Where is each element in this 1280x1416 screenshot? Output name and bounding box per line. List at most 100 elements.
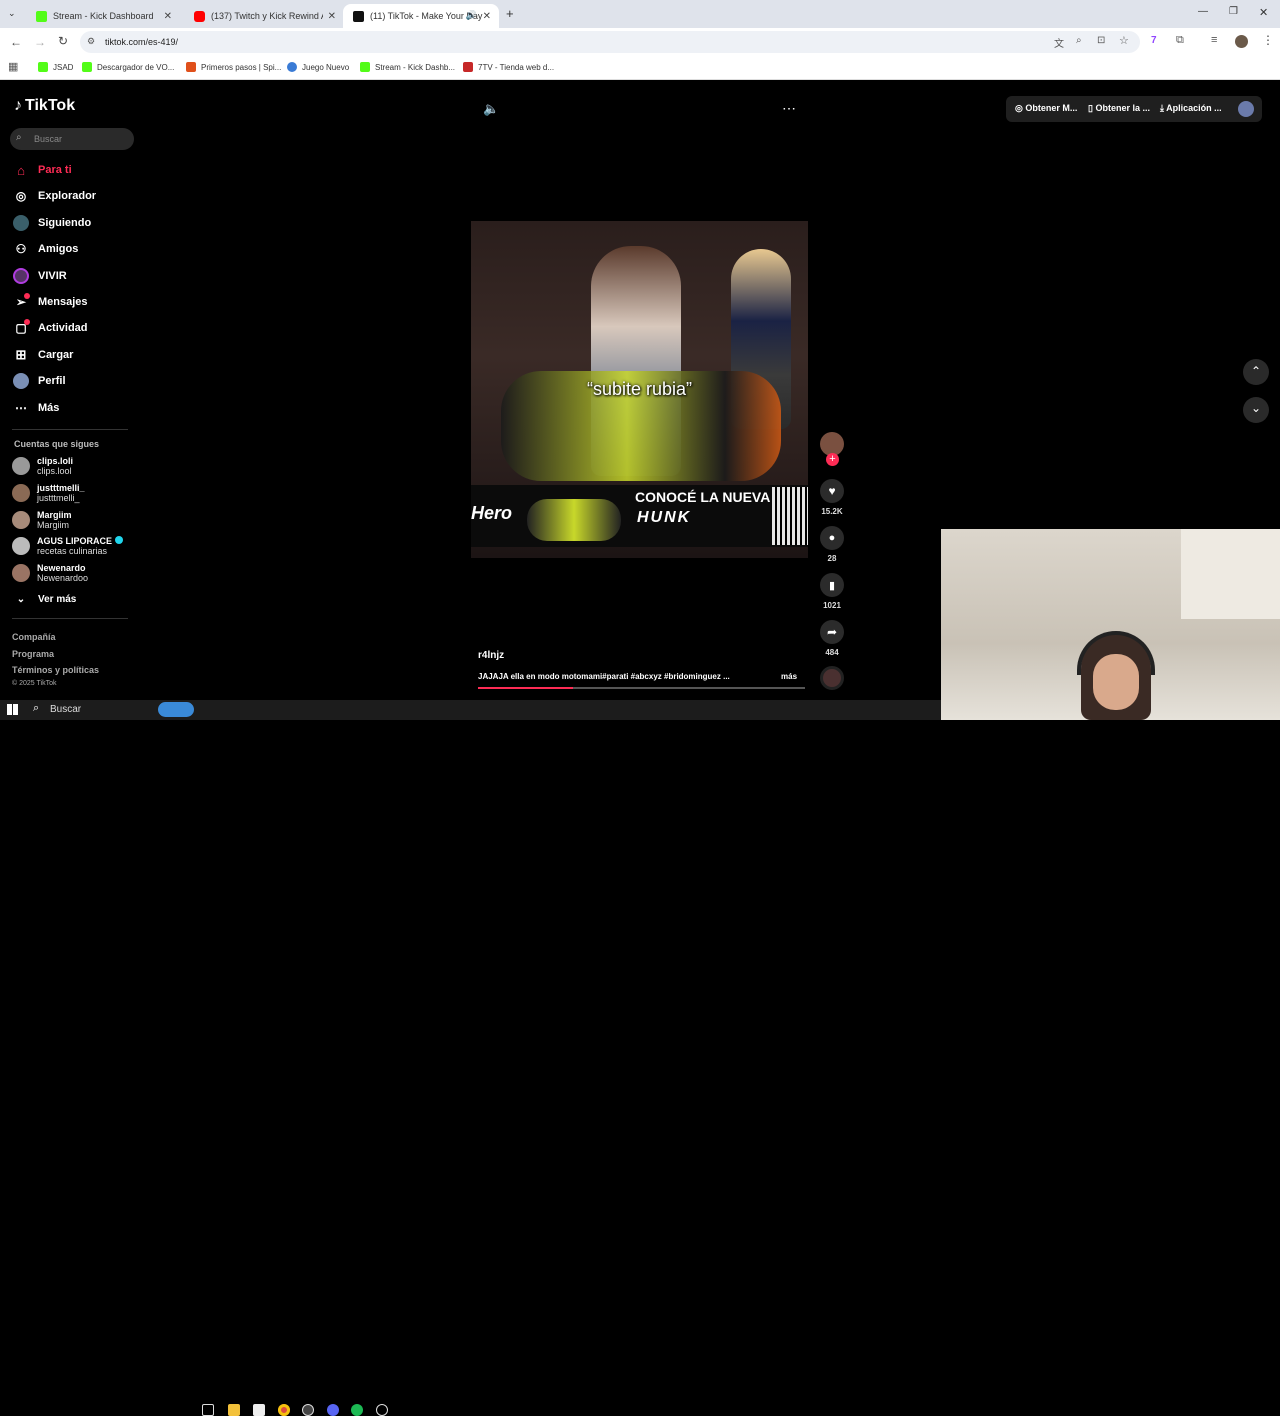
following-account[interactable]: AGUS LIPORACE recetas culinarias [12,533,123,559]
save-button[interactable]: ▮ 1021 [820,573,844,610]
spotify-icon[interactable] [351,1404,363,1416]
url-text[interactable]: tiktok.com/es-419/ [105,37,178,47]
browser-tab-kick[interactable]: Stream - Kick Dashboard ✕ [26,4,180,28]
browser-tab-bar: ⌄ Stream - Kick Dashboard ✕ (137) Twitch… [0,0,1280,28]
progress-track[interactable] [478,687,805,689]
profile-avatar-icon[interactable] [1235,35,1248,48]
nav-label: Cargar [38,349,74,361]
video-options-icon[interactable]: ⋯ [782,100,796,117]
bookmark-item[interactable]: Juego Nuevo [287,62,349,72]
close-window-icon[interactable]: ✕ [1259,6,1268,19]
back-icon[interactable]: ← [10,35,22,49]
webcam-overlay [941,529,1280,720]
nav-label: Más [38,402,60,414]
music-disc-icon[interactable] [820,666,844,690]
follow-plus-icon[interactable]: + [826,453,839,466]
restore-icon[interactable]: ❐ [1229,6,1238,17]
nav-para-ti[interactable]: ⌂ Para ti [12,159,72,181]
user-avatar-icon[interactable] [1238,101,1254,117]
nav-vivir[interactable]: VIVIR [12,265,67,287]
taskbar-search[interactable]: Buscar [50,704,81,715]
bookmark-item[interactable]: Primeros pasos | Spi... [186,62,281,72]
footer-link-program[interactable]: Programa [12,649,54,659]
get-coins-button[interactable]: ◎ Obtener M... [1015,103,1077,114]
nav-siguiendo[interactable]: Siguiendo [12,212,91,234]
install-icon[interactable]: ⊡ [1097,35,1105,46]
following-account[interactable]: Newenardo Newenardoo [12,560,88,586]
nav-mas[interactable]: ⋯ Más [12,397,59,419]
previous-video-button[interactable]: ⌃ [1243,359,1269,385]
new-tab-button[interactable]: + [506,6,514,21]
notification-dot [24,293,30,299]
address-bar[interactable]: ⚙ tiktok.com/es-419/ 文 ⌕ ⊡ ☆ [80,31,1140,53]
app-icon[interactable] [376,1404,388,1416]
discord-icon[interactable] [327,1404,339,1416]
globe-icon [287,62,297,72]
nav-label: Explorador [38,190,97,202]
media-control-icon[interactable]: ≡ [1211,34,1217,46]
translate-icon[interactable]: 文 [1054,35,1064,50]
store-icon[interactable] [253,1404,265,1416]
apps-grid-icon[interactable]: ▦ [8,60,18,73]
weather-widget-icon[interactable] [158,702,194,717]
like-button[interactable]: ♥ 15.2K [820,479,844,516]
next-video-button[interactable]: ⌄ [1243,397,1269,423]
bookmark-item[interactable]: JSAD [38,62,73,72]
browser-menu-icon[interactable]: ⋮ [1262,33,1274,47]
volume-icon[interactable]: 🔈 [483,101,499,117]
video-author[interactable]: r4lnjz [478,650,504,661]
tab-audio-icon[interactable]: 🔊 [466,10,477,21]
close-tab-icon[interactable]: ✕ [483,11,491,22]
browser-tab-youtube[interactable]: (137) Twitch y Kick Rewind Arge ✕ [184,4,344,28]
nav-label: Siguiendo [38,217,92,229]
site-info-icon[interactable]: ⚙ [87,36,95,47]
nav-amigos[interactable]: ⚇ Amigos [12,238,79,260]
comment-button[interactable]: ● 28 [820,526,844,563]
minimize-icon[interactable]: — [1198,6,1208,17]
following-account[interactable]: clips.loli clips.lool [12,453,73,479]
account-name-text: AGUS LIPORACE [37,536,113,546]
nav-cargar[interactable]: ⊞ Cargar [12,344,74,366]
close-tab-icon[interactable]: ✕ [328,11,336,22]
taskbar-search-icon[interactable]: ⌕ [33,702,39,715]
ad-banner: Hero CONOCÉ LA NUEVA HUNK [471,485,808,547]
footer-link-company[interactable]: Compañía [12,632,56,642]
file-explorer-icon[interactable] [228,1404,240,1416]
following-account[interactable]: Margiim Margiim [12,507,72,533]
share-button[interactable]: ➦ 484 [820,620,844,657]
bookmark-star-icon[interactable]: ☆ [1119,34,1129,47]
following-account[interactable]: justttmelli_ justttmelli_ [12,480,85,506]
nav-mensajes[interactable]: ➢ Mensajes [12,291,88,313]
nav-perfil[interactable]: Perfil [12,370,66,392]
bookmark-item[interactable]: 7TV - Tienda web d... [463,62,554,72]
tab-list-chevron-icon[interactable]: ⌄ [8,8,16,19]
nav-label: Perfil [38,375,66,387]
see-more-button[interactable]: ⌄ Ver más [12,588,77,610]
activity-icon: ▢ [12,319,30,337]
bookmark-item[interactable]: Stream - Kick Dashb... [360,62,455,72]
nav-actividad[interactable]: ▢ Actividad [12,317,88,339]
obs-icon[interactable] [302,1404,314,1416]
tiktok-logo[interactable]: ♪ TikTok [14,97,75,115]
reload-icon[interactable]: ↻ [58,34,68,48]
footer-copyright: © 2025 TikTok [12,680,57,687]
chrome-icon[interactable] [278,1404,290,1416]
windows-start-icon[interactable] [7,704,18,715]
desktop-app-button[interactable]: ⤓ Aplicación ... [1160,103,1222,114]
bookmark-item[interactable]: Descargador de VO... [82,62,174,72]
close-tab-icon[interactable]: ✕ [164,11,172,22]
task-view-icon[interactable] [202,1404,214,1416]
extensions-icon[interactable]: ⧉ [1176,34,1184,47]
nav-explorador[interactable]: ◎ Explorador [12,185,96,207]
search-field[interactable]: ⌕ Buscar [10,128,134,150]
zoom-icon[interactable]: ⌕ [1076,35,1082,46]
sidebar-divider [12,618,128,619]
footer-link-terms[interactable]: Términos y políticas [12,665,99,675]
avatar [12,537,30,555]
browser-tab-tiktok[interactable]: (11) TikTok - Make Your Day 🔊 ✕ [343,4,499,28]
forward-icon[interactable]: → [34,35,46,49]
video-player[interactable]: “subite rubia” Hero CONOCÉ LA NUEVA HUNK [471,221,808,558]
get-app-button[interactable]: ▯ Obtener la ... [1088,103,1150,114]
description-more-button[interactable]: más [781,672,797,681]
extension-7tv-icon[interactable]: 7 [1151,35,1157,46]
